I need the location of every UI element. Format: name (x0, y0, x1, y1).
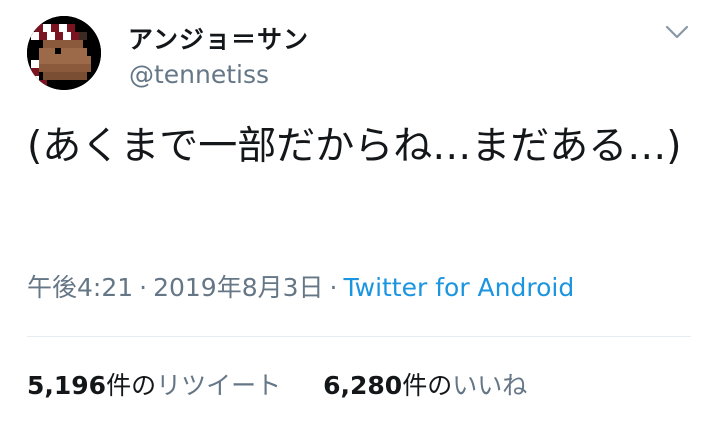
like-unit: 件の (402, 371, 453, 400)
meta-separator: · (329, 273, 338, 302)
tweet-text: (あくまで一部だからね…まだある…) (27, 124, 682, 169)
tweet-date[interactable]: 2019年8月3日 (153, 273, 323, 302)
like-count-link[interactable]: 6,280件のいいね (323, 366, 527, 402)
retweet-unit: 件の (106, 371, 157, 400)
tweet-detail: アンジョ＝サン @tennetiss (あくまで一部だからね…まだある…) 午後… (0, 0, 720, 433)
chevron-down-icon (665, 25, 689, 39)
retweet-count: 5,196 (27, 371, 107, 400)
tweet-stats: 5,196件のリツイート 6,280件のいいね (27, 366, 527, 402)
pixel-art-avatar-icon (27, 16, 101, 90)
divider (27, 336, 691, 337)
tweet-time[interactable]: 午後4:21 (27, 273, 133, 302)
retweet-label: リツイート (156, 371, 282, 400)
author-handle[interactable]: @tennetiss (129, 60, 269, 89)
tweet-source-link[interactable]: Twitter for Android (343, 273, 574, 302)
like-count: 6,280 (323, 371, 403, 400)
author-display-name[interactable]: アンジョ＝サン (128, 20, 309, 56)
retweet-count-link[interactable]: 5,196件のリツイート (27, 366, 281, 402)
avatar[interactable] (27, 16, 101, 90)
tweet-menu-button[interactable] (664, 22, 690, 42)
like-label: いいね (452, 371, 528, 400)
tweet-meta: 午後4:21 · 2019年8月3日 · Twitter for Android (27, 268, 574, 304)
meta-separator: · (139, 273, 148, 302)
